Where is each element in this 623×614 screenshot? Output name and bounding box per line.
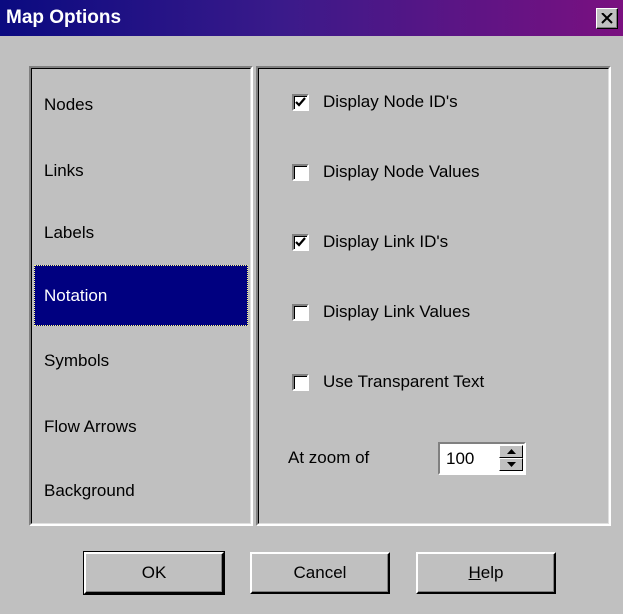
nav-item-flow-arrows[interactable]: Flow Arrows (34, 396, 248, 457)
window-title: Map Options (6, 7, 122, 28)
checkbox-label: Display Link Values (323, 302, 471, 321)
checkbox-label: Display Link ID's (323, 232, 449, 251)
close-icon (601, 13, 613, 24)
zoom-value[interactable]: 100 (446, 449, 474, 469)
nav-item-label: Symbols (44, 350, 110, 370)
help-label: Help (469, 563, 504, 583)
nav-item-background[interactable]: Background (34, 460, 248, 521)
zoom-label: At zoom of (288, 448, 370, 467)
help-button[interactable]: Help (416, 552, 556, 594)
triangle-up-icon (506, 449, 516, 454)
nav-item-label: Labels (44, 222, 95, 242)
cancel-label: Cancel (293, 563, 347, 582)
nav-item-labels[interactable]: Labels (34, 202, 248, 263)
checkbox-display-link-values[interactable]: Display Link Values (292, 300, 470, 324)
checkbox-label: Display Node ID's (323, 92, 458, 111)
nav-item-label: Notation (44, 285, 108, 305)
ok-label: OK (141, 563, 167, 582)
cancel-button[interactable]: Cancel (250, 552, 390, 594)
category-list: Nodes Links Labels Notation Symbols Flow… (29, 66, 253, 526)
nav-item-label: Flow Arrows (44, 416, 137, 436)
options-panel: Display Node ID's Display Node Values Di… (256, 66, 611, 526)
spin-buttons (499, 445, 523, 472)
checkbox-label: Display Node Values (323, 162, 480, 181)
checkbox-display-node-ids[interactable]: Display Node ID's (292, 90, 458, 114)
nav-item-symbols[interactable]: Symbols (34, 330, 248, 391)
checkbox-box[interactable] (292, 163, 309, 181)
help-accelerator: H (468, 563, 481, 582)
help-label-rest: elp (480, 563, 504, 582)
title-bar: Map Options (0, 0, 623, 36)
spin-down-button[interactable] (499, 458, 523, 471)
checkbox-display-node-values[interactable]: Display Node Values (292, 160, 480, 184)
spin-up-button[interactable] (499, 445, 523, 458)
nav-item-notation[interactable]: Notation (34, 265, 248, 326)
zoom-spinner[interactable]: 100 (438, 442, 526, 475)
close-button[interactable] (596, 8, 618, 29)
ok-button[interactable]: OK (83, 551, 225, 595)
checkbox-box[interactable] (292, 93, 309, 111)
nav-item-links[interactable]: Links (34, 140, 248, 201)
checkbox-use-transparent-text[interactable]: Use Transparent Text (292, 370, 484, 394)
nav-item-nodes[interactable]: Nodes (34, 74, 248, 135)
checkmark-icon (295, 237, 306, 247)
checkbox-display-link-ids[interactable]: Display Link ID's (292, 230, 448, 254)
nav-item-label: Background (44, 480, 135, 500)
checkbox-box[interactable] (292, 233, 309, 251)
checkbox-label: Use Transparent Text (323, 372, 485, 391)
checkbox-box[interactable] (292, 373, 309, 391)
nav-item-label: Nodes (44, 94, 94, 114)
checkmark-icon (295, 97, 306, 107)
triangle-down-icon (506, 462, 516, 467)
checkbox-box[interactable] (292, 303, 309, 321)
nav-item-label: Links (44, 160, 84, 180)
